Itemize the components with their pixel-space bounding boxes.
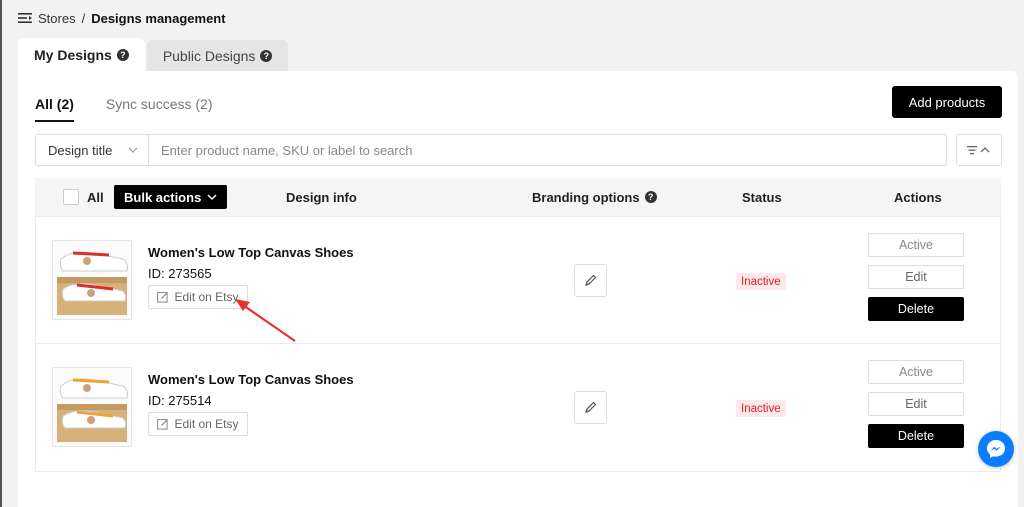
edit-on-etsy-label: Edit on Etsy	[174, 417, 239, 431]
bulk-actions-label: Bulk actions	[124, 189, 202, 205]
select-all-label: All	[87, 189, 104, 205]
tab-public-designs[interactable]: Public Designs ?	[146, 40, 289, 71]
edit-button[interactable]: Edit	[868, 392, 964, 416]
search-field-select[interactable]: Design title	[35, 134, 149, 166]
chevron-down-icon	[128, 147, 138, 153]
breadcrumb-stores[interactable]: Stores	[38, 11, 76, 26]
product-title: Women's Low Top Canvas Shoes	[148, 245, 354, 260]
edit-on-etsy-button[interactable]: Edit on Etsy	[148, 412, 248, 436]
search-bar: Design title	[35, 134, 947, 166]
bulk-actions-wrapper: Bulk actions	[114, 178, 228, 216]
search-field-select-value: Design title	[48, 142, 113, 158]
pencil-icon	[585, 274, 597, 286]
active-button[interactable]: Active	[868, 360, 964, 384]
tab-all[interactable]: All (2)	[35, 96, 74, 122]
edit-on-etsy-label: Edit on Etsy	[174, 290, 239, 304]
table-header: All Bulk actions Design info Branding op…	[35, 178, 1001, 216]
shoe-image-icon	[53, 241, 131, 319]
help-icon[interactable]: ?	[116, 48, 129, 61]
breadcrumb-current: Designs management	[91, 10, 226, 26]
product-id: ID: 275514	[148, 393, 212, 408]
help-icon[interactable]: ?	[644, 191, 657, 203]
product-thumbnail[interactable]	[52, 240, 132, 320]
help-icon[interactable]: ?	[260, 49, 273, 62]
product-id: ID: 273565	[148, 266, 212, 281]
filter-tabs: All (2) Sync success (2)	[35, 96, 212, 122]
tab-sync-success[interactable]: Sync success (2)	[106, 96, 213, 122]
product-title: Women's Low Top Canvas Shoes	[148, 372, 354, 387]
tab-public-designs-label: Public Designs	[162, 47, 256, 64]
bulk-actions-button[interactable]: Bulk actions	[114, 185, 228, 209]
sort-icon	[967, 146, 990, 155]
breadcrumb: Stores / Designs management	[18, 9, 226, 27]
status-badge: Inactive	[736, 400, 786, 417]
header-branding-options: Branding options	[532, 189, 640, 205]
status-badge: Inactive	[736, 273, 786, 290]
header-status: Status	[742, 189, 782, 205]
edit-square-icon	[157, 292, 169, 303]
header-design-info: Design info	[286, 189, 357, 205]
add-products-button[interactable]: Add products	[892, 86, 1002, 118]
messenger-icon	[987, 440, 1005, 458]
table-row: Women's Low Top Canvas Shoes ID: 273565 …	[35, 216, 1001, 344]
delete-button[interactable]: Delete	[868, 424, 964, 448]
design-tabs: My Designs ? Public Designs ?	[18, 38, 289, 71]
delete-button[interactable]: Delete	[868, 297, 964, 321]
pencil-icon	[585, 401, 597, 413]
tab-my-designs[interactable]: My Designs ?	[18, 38, 145, 71]
chevron-down-icon	[207, 194, 217, 200]
select-all-group	[63, 178, 79, 216]
messenger-chat-button[interactable]	[978, 431, 1014, 467]
active-button[interactable]: Active	[868, 233, 964, 257]
breadcrumb-separator: /	[81, 10, 86, 26]
sort-button[interactable]	[956, 134, 1002, 166]
designs-panel: All (2) Sync success (2) Add products De…	[18, 71, 1018, 507]
edit-square-icon	[157, 419, 169, 430]
table-row: Women's Low Top Canvas Shoes ID: 275514 …	[35, 344, 1001, 472]
edit-on-etsy-button[interactable]: Edit on Etsy	[148, 285, 248, 309]
menu-icon[interactable]	[18, 12, 32, 24]
select-all-checkbox[interactable]	[63, 189, 79, 205]
branding-edit-button[interactable]	[574, 391, 607, 424]
shoe-image-icon	[53, 368, 131, 446]
header-actions: Actions	[894, 189, 942, 205]
branding-edit-button[interactable]	[574, 264, 607, 297]
tab-my-designs-label: My Designs	[34, 46, 112, 63]
search-input[interactable]	[149, 134, 947, 166]
product-thumbnail[interactable]	[52, 367, 132, 447]
header-branding-options-group: Branding options ?	[532, 178, 657, 216]
edit-button[interactable]: Edit	[868, 265, 964, 289]
